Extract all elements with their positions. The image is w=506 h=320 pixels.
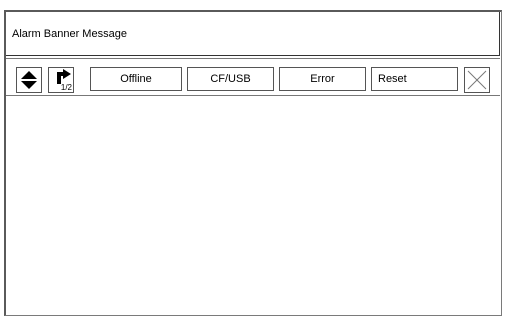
page-indicator: 1/2 [60,83,72,92]
error-button[interactable]: Error [279,67,366,91]
up-down-arrow-icon [21,71,37,89]
error-button-label: Error [310,73,335,85]
cf-usb-button[interactable]: CF/USB [187,67,274,91]
alarm-window: Alarm Banner Message 1/2 Offline CF/USB … [4,10,502,316]
close-icon [467,70,487,90]
toolbar: 1/2 Offline CF/USB Error Reset [6,58,500,96]
page-button[interactable]: 1/2 [48,67,74,93]
close-button[interactable] [464,67,490,93]
alarm-list-area [6,97,500,314]
alarm-banner: Alarm Banner Message [6,12,500,56]
offline-button[interactable]: Offline [90,67,182,91]
scroll-button[interactable] [16,67,42,93]
reset-button-label: Reset [378,73,407,85]
reset-button[interactable]: Reset [371,67,458,91]
offline-button-label: Offline [120,73,152,85]
banner-message: Alarm Banner Message [12,27,127,40]
cf-usb-button-label: CF/USB [210,73,251,85]
